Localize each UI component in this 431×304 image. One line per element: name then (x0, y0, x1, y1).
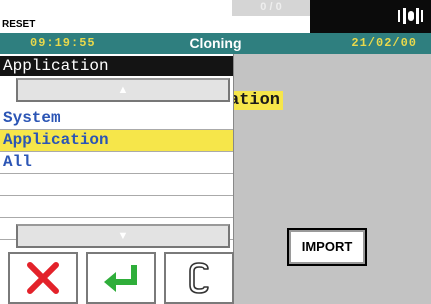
signal-icon (398, 8, 423, 24)
selected-mode-field[interactable]: ation (226, 91, 284, 110)
scroll-down-button[interactable]: ▼ (16, 224, 230, 248)
clear-c-icon (189, 262, 209, 294)
scroll-up-button[interactable]: ▲ (16, 78, 230, 102)
list-item-all[interactable]: All (0, 152, 233, 174)
list-item-empty[interactable] (0, 174, 233, 196)
selection-popup: Application ▲ System Application All ▼ (0, 54, 234, 304)
enter-icon (104, 265, 137, 292)
top-status-bar: RESET 0 / 0 (0, 0, 431, 33)
enter-button[interactable] (86, 252, 156, 304)
reset-label[interactable]: RESET (2, 19, 35, 30)
popup-title: Application (0, 56, 233, 76)
title-header: 09:19:55 Cloning 21/02/00 (0, 33, 431, 54)
list-item-empty[interactable] (0, 196, 233, 218)
cancel-icon (27, 262, 59, 294)
arrow-down-icon: ▼ (117, 230, 129, 242)
list-item-application[interactable]: Application (0, 130, 233, 152)
counter-value: 0 / 0 (260, 1, 282, 13)
cancel-button[interactable] (8, 252, 78, 304)
counter-display: 0 / 0 (232, 0, 310, 16)
import-button[interactable]: IMPORT (287, 228, 367, 266)
action-bar (0, 250, 234, 304)
clear-button[interactable] (164, 252, 234, 304)
option-list: System Application All (0, 108, 233, 240)
list-item-system[interactable]: System (0, 108, 233, 130)
clock-date: 21/02/00 (351, 36, 417, 50)
arrow-up-icon: ▲ (117, 84, 129, 96)
status-area (310, 0, 431, 33)
